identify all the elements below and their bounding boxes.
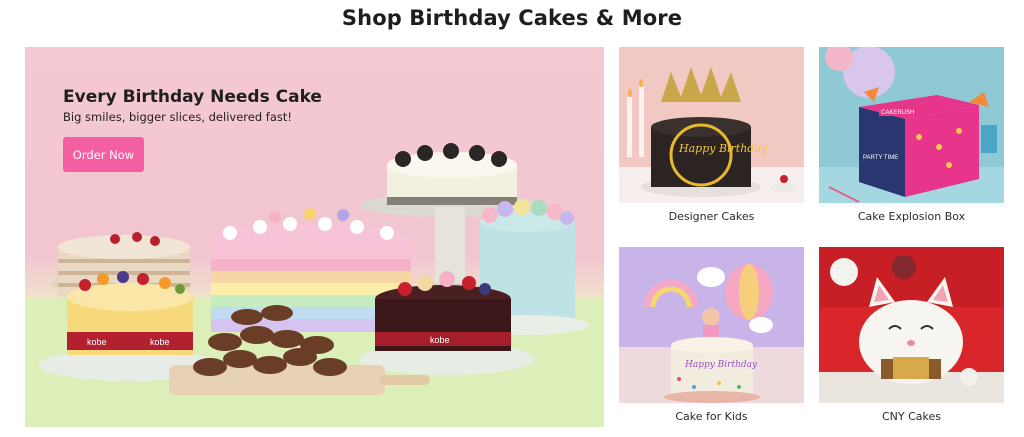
tile-cny-cakes[interactable]: CNY Cakes	[819, 247, 1004, 430]
hero-brand-2: kobe	[150, 337, 170, 347]
box-brand-text: CAKERUSH	[881, 110, 914, 116]
explosion-box-image: CAKERUSH PARTY TIME	[819, 47, 1004, 207]
hero-banner[interactable]: kobe kobe kobe Every Birthday Needs Cake…	[25, 47, 604, 427]
section-title: Shop Birthday Cakes & More	[341, 6, 683, 30]
hero-subtitle: Big smiles, bigger slices, delivered fas…	[63, 110, 292, 124]
kids-topper-text: Happy Birthday	[684, 360, 758, 370]
tile-cake-explosion-box[interactable]: CAKERUSH PARTY TIME Cake Explosion Box	[819, 47, 1004, 230]
tile-designer-cakes-label: Designer Cakes	[619, 203, 804, 230]
designer-cake-image: Happy Birthday	[619, 47, 804, 207]
hero-brand-3: kobe	[430, 335, 450, 345]
tile-cake-for-kids-label: Cake for Kids	[619, 403, 804, 430]
kids-cake-image: Happy Birthday	[619, 247, 804, 407]
cny-cake-image	[819, 247, 1004, 407]
designer-topper-text: Happy Birthday	[678, 142, 768, 155]
hero-title: Every Birthday Needs Cake	[63, 87, 322, 107]
order-now-button[interactable]: Order Now	[63, 137, 144, 172]
hero-brand-1: kobe	[87, 337, 107, 347]
tile-cny-cakes-label: CNY Cakes	[819, 403, 1004, 430]
tile-cake-explosion-box-label: Cake Explosion Box	[819, 203, 1004, 230]
box-side-text: PARTY TIME	[863, 155, 898, 161]
tile-designer-cakes[interactable]: Happy Birthday Designer Cakes	[619, 47, 804, 230]
tile-cake-for-kids[interactable]: Happy Birthday Cake for Kids	[619, 247, 804, 430]
